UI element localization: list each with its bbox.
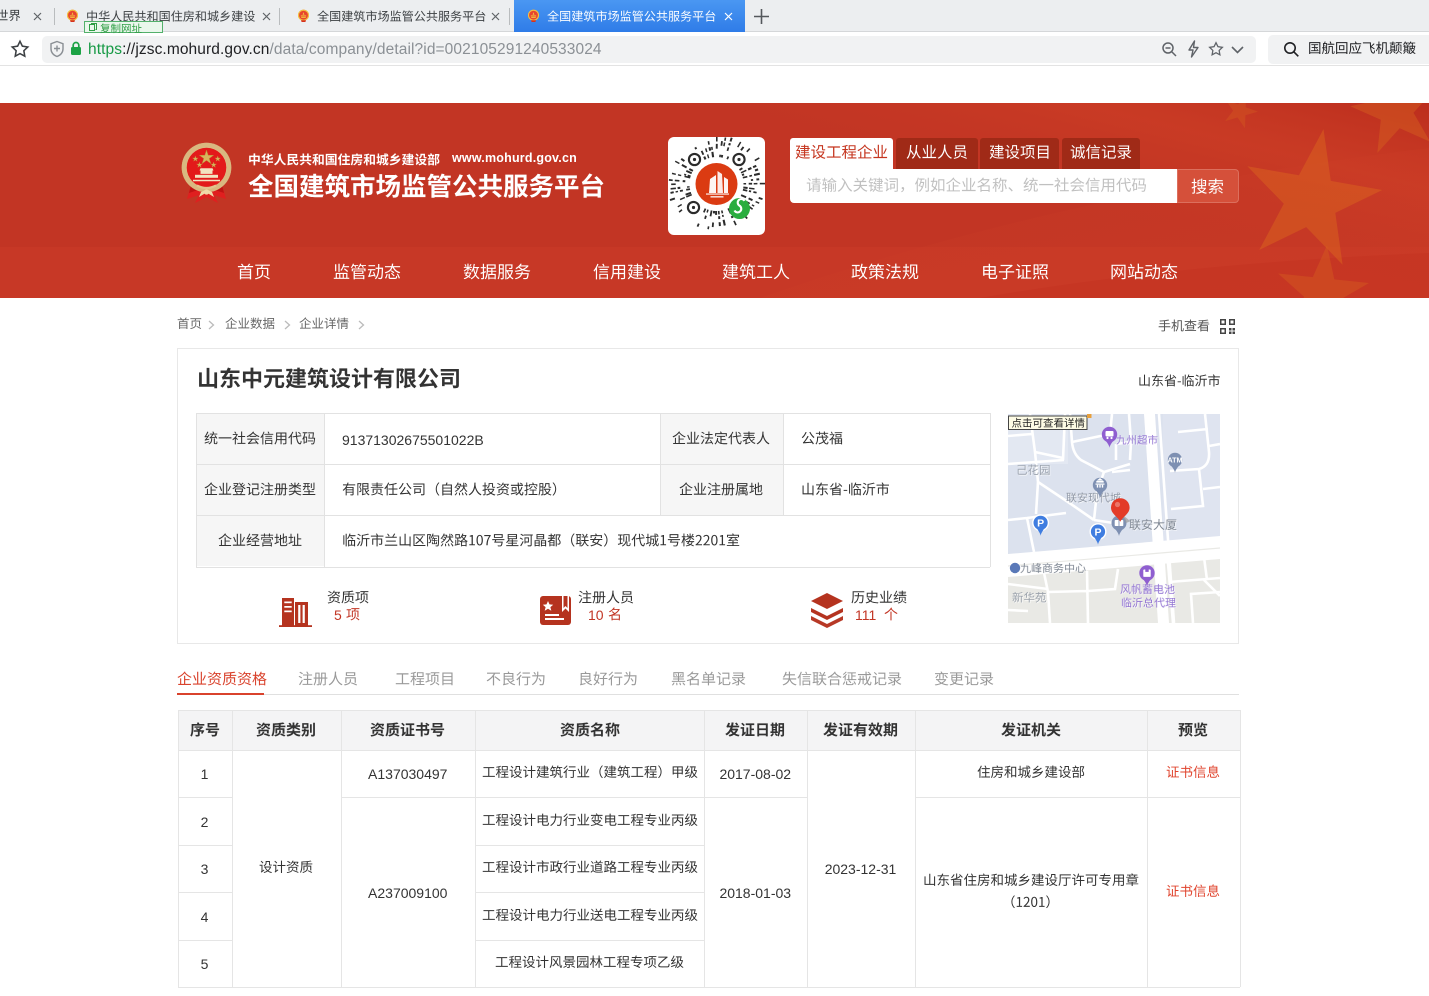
svg-text:P: P <box>1037 518 1044 530</box>
svg-text:P: P <box>1094 526 1101 538</box>
svg-text:ATM: ATM <box>1167 456 1182 465</box>
